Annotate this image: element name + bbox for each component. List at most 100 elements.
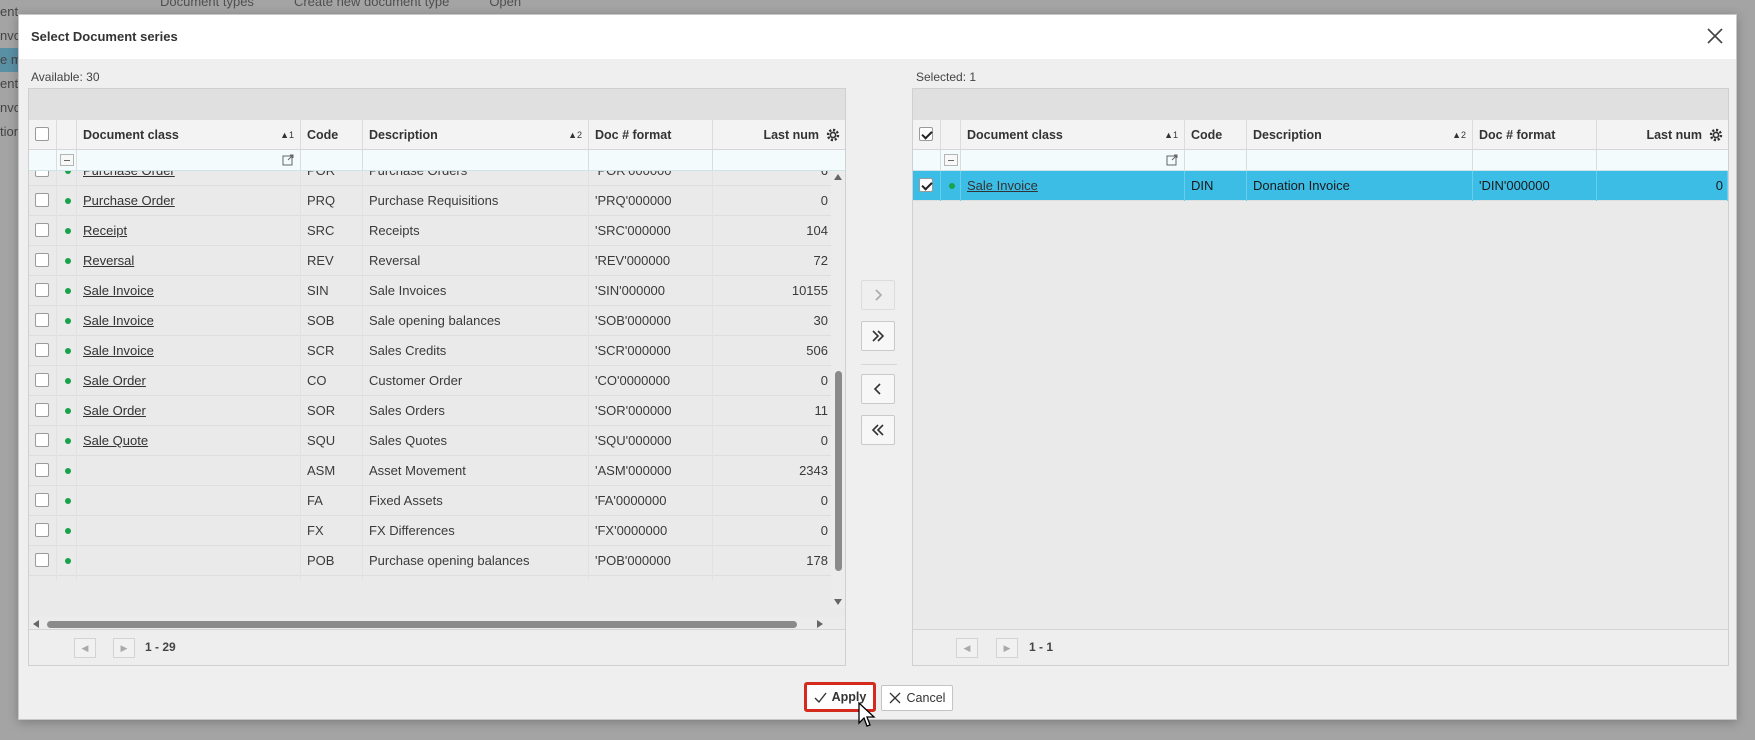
table-row[interactable]: FX FX Differences 'FX'0000000 0 [29,516,833,546]
row-checkbox[interactable] [35,433,49,447]
cell-last: 0 [713,186,833,216]
cell-code: SCR [301,336,363,366]
scroll-up-icon[interactable] [834,174,842,180]
table-row[interactable]: Purchase Order PORPurchase Orders'POR'000… [29,171,833,186]
cell-code: SRC [301,216,363,246]
row-checkbox[interactable] [35,171,49,177]
open-external-icon[interactable] [1166,154,1178,166]
table-row[interactable]: Sale Invoice DIN Donation Invoice 'DIN'0000… [913,171,1728,201]
sort-indicator: ▲1 [1164,130,1178,140]
cell-description: Reversal [363,246,589,276]
scroll-thumb[interactable] [47,621,797,628]
doc-class-link[interactable]: Sale Invoice [83,343,154,358]
doc-class-link[interactable]: Sale Invoice [83,283,154,298]
scroll-left-icon[interactable] [33,620,39,628]
cell-format: 'PRQ'000000 [589,186,713,216]
column-doc-class[interactable]: Document class ▲1 [961,120,1185,150]
select-all-checkbox[interactable] [919,127,933,141]
doc-class-link[interactable]: Purchase Order [83,171,175,178]
select-all-cell [29,120,57,150]
table-row[interactable]: Reversal REV Reversal 'REV'000000 72 [29,246,833,276]
cell-description: FX Differences [363,516,589,546]
row-checkbox[interactable] [35,223,49,237]
row-checkbox[interactable] [35,403,49,417]
table-row[interactable]: Sale Order CO Customer Order 'CO'0000000 0 [29,366,833,396]
table-row[interactable]: ASM Asset Movement 'ASM'000000 2343 [29,456,833,486]
filter-code[interactable] [301,150,363,171]
table-row[interactable]: Receipt SRC Receipts 'SRC'000000 104 [29,216,833,246]
doc-class-link[interactable]: Reversal [83,253,134,268]
scroll-thumb[interactable] [835,371,842,571]
filter-minus-icon[interactable] [60,154,74,166]
scroll-down-icon[interactable] [834,599,842,605]
row-checkbox[interactable] [35,553,49,567]
gear-icon[interactable] [825,127,841,143]
column-description[interactable]: Description ▲2 [1247,120,1473,150]
cell-code: SOB [301,306,363,336]
filter-doc-format[interactable] [589,150,713,171]
column-code[interactable]: Code [301,120,363,150]
prev-page-button[interactable]: ◀ [956,638,978,658]
filter-description[interactable] [1247,150,1473,171]
gear-icon[interactable] [1708,127,1724,143]
prev-page-button[interactable]: ◀ [74,638,96,658]
table-row[interactable]: Sale Invoice SOB Sale opening balances 'SOB… [29,306,833,336]
row-checkbox[interactable] [35,313,49,327]
move-right-button[interactable] [861,280,895,310]
column-description[interactable]: Description ▲2 [363,120,589,150]
cancel-button[interactable]: Cancel [881,685,953,711]
filter-last-num[interactable] [1597,150,1730,171]
filter-code[interactable] [1185,150,1247,171]
row-checkbox[interactable] [919,178,933,192]
column-code[interactable]: Code [1185,120,1247,150]
table-row[interactable]: Sale Invoice SCR Sales Credits 'SCR'000000 5… [29,336,833,366]
open-external-icon[interactable] [282,154,294,166]
table-row[interactable]: Sale Quote SQU Sales Quotes 'SQU'000000 0 [29,426,833,456]
next-page-button[interactable]: ▶ [996,638,1018,658]
row-checkbox[interactable] [35,343,49,357]
row-checkbox[interactable] [35,253,49,267]
doc-class-link[interactable]: Sale Invoice [83,313,154,328]
table-row[interactable]: Sale Order SOR Sales Orders 'SOR'000000 11 [29,396,833,426]
cell-format: 'SQU'000000 [589,426,713,456]
move-left-button[interactable] [861,374,895,404]
filter-doc-class[interactable] [961,150,1185,171]
filter-minus-icon[interactable] [944,154,958,166]
table-row[interactable]: FA Fixed Assets 'FA'0000000 0 [29,486,833,516]
row-checkbox[interactable] [35,493,49,507]
doc-class-link[interactable]: Purchase Order [83,193,175,208]
table-row[interactable]: PRFPurchase Refund'PRF'0000001 [29,576,833,581]
table-row[interactable]: Purchase Order PRQ Purchase Requisitions 'P… [29,186,833,216]
dialog-title: Select Document series [31,29,178,44]
next-page-button[interactable]: ▶ [113,638,135,658]
doc-class-link[interactable]: Sale Order [83,373,146,388]
row-checkbox[interactable] [35,523,49,537]
row-checkbox[interactable] [35,463,49,477]
column-doc-class-label: Document class [83,128,179,142]
column-doc-format[interactable]: Doc # format [1473,120,1597,150]
table-row[interactable]: Sale Invoice SIN Sale Invoices 'SIN'000000 1… [29,276,833,306]
filter-doc-class[interactable] [77,150,301,171]
filter-doc-format[interactable] [1473,150,1597,171]
cell-description: Purchase opening balances [363,546,589,576]
move-all-left-button[interactable] [861,415,895,445]
select-all-checkbox[interactable] [35,127,49,141]
move-all-right-button[interactable] [861,321,895,351]
column-doc-class[interactable]: Document class ▲1 [77,120,301,150]
vertical-scrollbar[interactable] [831,171,845,608]
cell-format: 'SOB'000000 [589,306,713,336]
doc-class-link[interactable]: Sale Quote [83,433,148,448]
doc-class-link[interactable]: Receipt [83,223,127,238]
doc-class-link[interactable]: Sale Invoice [967,178,1038,193]
doc-class-link[interactable]: Sale Order [83,403,146,418]
column-doc-format[interactable]: Doc # format [589,120,713,150]
table-row[interactable]: POB Purchase opening balances 'POB'000000 1… [29,546,833,576]
row-checkbox[interactable] [35,373,49,387]
status-dot-icon [65,318,71,324]
row-checkbox[interactable] [35,193,49,207]
row-checkbox[interactable] [35,283,49,297]
filter-description[interactable] [363,150,589,171]
filter-last-num[interactable] [713,150,847,171]
close-icon[interactable] [1704,25,1726,47]
scroll-right-icon[interactable] [817,620,823,628]
